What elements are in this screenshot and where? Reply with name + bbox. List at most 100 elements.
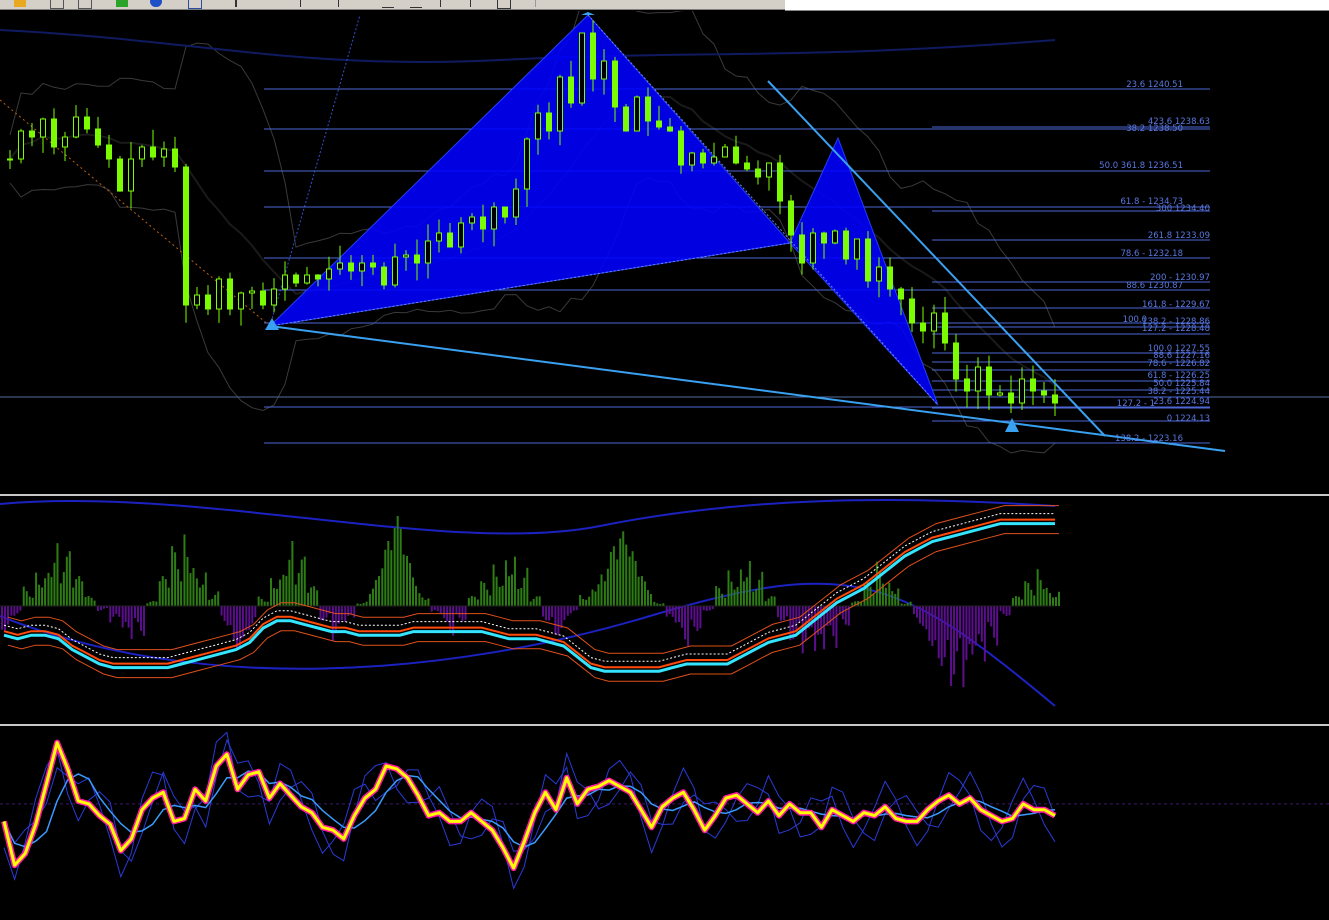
cursor-icon[interactable] <box>235 0 249 7</box>
macd-histogram-bar <box>396 516 399 606</box>
add-icon[interactable] <box>116 0 128 7</box>
macd-histogram-bar <box>841 606 844 620</box>
macd-histogram-bar <box>421 597 424 606</box>
macd-histogram-bar <box>1039 580 1042 606</box>
fibonacci-icon[interactable] <box>410 0 422 8</box>
macd-histogram-bar <box>310 587 313 606</box>
candle-body <box>293 274 299 284</box>
macd-histogram-bar <box>545 606 548 621</box>
vertical-line-icon[interactable] <box>300 0 303 7</box>
macd-histogram-bar <box>25 591 28 606</box>
macd-histogram-bar <box>285 576 288 606</box>
macd-histogram-bar <box>643 581 646 606</box>
macd-histogram-bar <box>87 596 90 606</box>
picture-icon[interactable] <box>188 0 202 9</box>
macd-histogram-bar <box>198 587 201 606</box>
macd-histogram-bar <box>192 568 195 606</box>
candle-body <box>634 96 640 132</box>
candle-body <box>205 294 211 310</box>
pivot-arrow-d <box>1005 418 1019 432</box>
macd-histogram-bar <box>690 606 693 620</box>
macd-histogram-bar <box>532 598 535 606</box>
candle-body <box>689 152 695 166</box>
macd-histogram-bar <box>449 606 452 630</box>
macd-histogram-bar <box>1 606 3 630</box>
macd-histogram-bar <box>217 591 220 606</box>
macd-histogram-bar <box>959 606 962 639</box>
macd-histogram-bar <box>464 606 467 620</box>
macd-histogram-bar <box>752 591 755 606</box>
macd-histogram-bar <box>915 606 918 618</box>
macd-histogram-bar <box>755 589 758 606</box>
macd-histogram-bar <box>597 584 600 606</box>
macd-histogram-bar <box>35 572 38 606</box>
candle-body <box>524 138 530 190</box>
trendline-icon[interactable] <box>338 0 341 7</box>
macd-histogram-bar <box>931 606 934 646</box>
macd-histogram-bar <box>418 593 421 606</box>
macd-histogram-bar <box>962 606 965 688</box>
macd-histogram-bar <box>634 560 637 606</box>
macd-histogram-bar <box>767 598 770 606</box>
macd-histogram-bar <box>582 598 585 606</box>
macd-histogram-bar <box>832 606 835 636</box>
macd-histogram-bar <box>161 576 164 606</box>
candle-body <box>117 158 123 192</box>
macd-histogram-bar <box>19 606 22 611</box>
candle-body <box>271 288 277 306</box>
macd-histogram-bar <box>137 606 140 623</box>
macd-histogram-bar <box>588 596 591 606</box>
macd-histogram-bar <box>705 606 708 611</box>
candle-body <box>700 152 706 164</box>
macd-histogram-bar <box>390 550 393 606</box>
grid-icon[interactable] <box>50 0 64 9</box>
macd-histogram-bar <box>946 606 949 641</box>
macd-histogram-bar <box>776 606 779 618</box>
candle-body <box>480 216 486 230</box>
macd-histogram-bar <box>1011 598 1014 606</box>
macd-histogram-bar <box>232 606 235 640</box>
macd-histogram-bar <box>44 578 47 606</box>
macd-histogram-bar <box>921 606 924 626</box>
macd-histogram-bar <box>748 560 751 606</box>
macd-histogram-bar <box>220 606 223 616</box>
candle-body <box>953 342 959 380</box>
macd-histogram-bar <box>266 601 269 606</box>
fib-label-right-4: 161.8 - 1229.67 <box>1142 300 1210 310</box>
macd-histogram-bar <box>579 594 582 606</box>
macd-histogram-bar <box>925 606 928 630</box>
macd-histogram-bar <box>374 580 377 606</box>
label-icon[interactable] <box>497 0 511 9</box>
slow-moving-average <box>0 29 1056 64</box>
macd-histogram-bar <box>353 606 356 618</box>
text-icon[interactable] <box>470 0 473 7</box>
macd-histogram-bar <box>983 606 986 662</box>
clock-icon[interactable] <box>150 0 162 7</box>
arrow-up-icon[interactable] <box>440 0 443 7</box>
candle-body <box>29 130 35 138</box>
macd-histogram-bar <box>22 586 25 606</box>
macd-histogram-bar <box>940 606 943 666</box>
candle-body <box>942 312 948 344</box>
macd-histogram-bar <box>167 587 170 606</box>
macd-histogram-bar <box>31 597 34 606</box>
candle-body <box>51 118 57 148</box>
macd-histogram-bar <box>476 599 479 606</box>
macd-histogram-bar <box>1045 587 1048 606</box>
stochastic-oscillator-pane[interactable] <box>0 726 1329 920</box>
macd-histogram-bar <box>307 592 310 606</box>
candle-body <box>337 262 343 270</box>
pencil-icon[interactable] <box>14 0 26 7</box>
timeframe-selector[interactable] <box>535 0 781 7</box>
macd-histogram-bar <box>764 601 767 606</box>
macd-histogram-bar <box>653 601 656 606</box>
macd-histogram-bar <box>668 606 671 615</box>
candle-body <box>161 148 167 158</box>
elliott-wave-icon[interactable] <box>382 0 394 8</box>
main-price-chart[interactable]: 23.6 1240.5138.2 1238.5050.0 361.8 1236.… <box>0 11 1329 494</box>
macd-histogram-bar <box>687 606 690 646</box>
channel-icon[interactable] <box>78 0 92 9</box>
macd-histogram-bar <box>430 606 433 612</box>
macd-indicator-pane[interactable] <box>0 496 1329 724</box>
macd-histogram-bar <box>282 574 285 606</box>
